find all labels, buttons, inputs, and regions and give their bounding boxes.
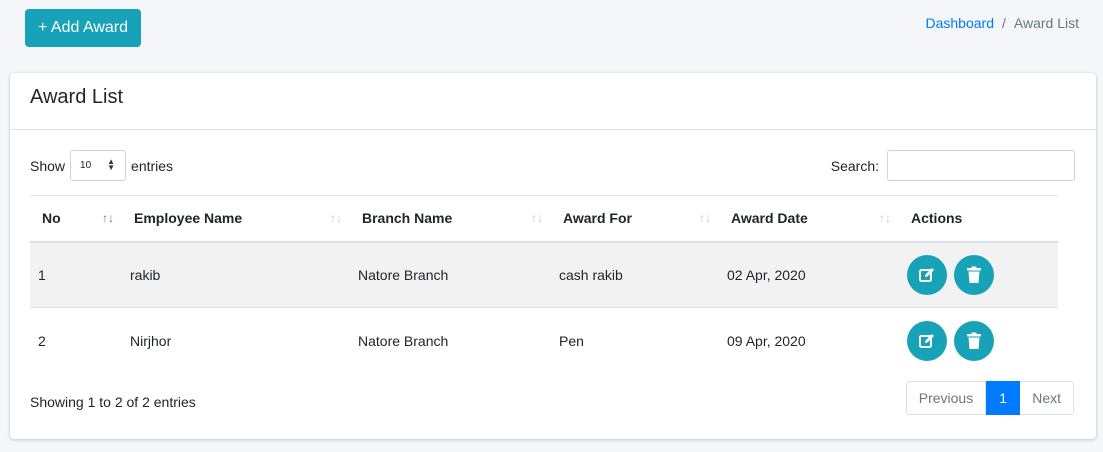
cell-award-date: 02 Apr, 2020 [719, 241, 899, 308]
entries-label: entries [131, 157, 174, 174]
cell-no: 1 [30, 241, 122, 308]
select-caret-icon: ▲ ▼ [107, 157, 116, 172]
trash-icon [967, 266, 981, 283]
column-header-award-date-label: Award Date [731, 210, 808, 227]
award-table: No ↑↓ Employee Name ↑↓ Branch Name ↑↓ Award… [30, 195, 1058, 374]
sort-icon: ↑↓ [102, 211, 114, 225]
sort-icon: ↑↓ [699, 211, 711, 225]
table-row: 1 rakib Natore Branch cash rakib 02 Apr,… [30, 241, 1058, 308]
column-header-actions: Actions [899, 195, 1058, 243]
cell-award-date: 09 Apr, 2020 [719, 307, 899, 374]
search-control: Search: [831, 150, 1075, 181]
column-header-award-for[interactable]: Award For ↑↓ [551, 195, 719, 243]
search-label: Search: [830, 157, 879, 174]
page-length-value: 10 [80, 160, 92, 171]
edit-icon [919, 333, 934, 348]
pagination: Previous 1 Next [905, 381, 1074, 415]
cell-branch-name: Natore Branch [350, 241, 551, 308]
column-header-award-date[interactable]: Award Date ↑↓ [719, 195, 899, 243]
pagination-previous[interactable]: Previous [905, 381, 987, 415]
edit-icon [919, 267, 934, 282]
column-header-award-for-label: Award For [563, 210, 632, 227]
sort-icon: ↑↓ [531, 211, 543, 225]
delete-button[interactable] [954, 320, 994, 361]
card-header: Award List [10, 73, 1096, 130]
award-list-card: Award List Show 10 ▲ ▼ entries Search: No… [10, 73, 1096, 439]
sort-icon: ↑↓ [879, 211, 891, 225]
column-header-branch-name[interactable]: Branch Name ↑↓ [350, 195, 551, 243]
card-title: Award List [30, 86, 124, 108]
search-input[interactable] [887, 150, 1075, 181]
cell-employee-name: Nirjhor [122, 307, 350, 374]
column-header-employee-name-label: Employee Name [134, 210, 243, 227]
add-award-button[interactable]: + Add Award [25, 9, 141, 47]
sort-icon: ↑↓ [330, 211, 342, 225]
edit-button[interactable] [907, 320, 947, 361]
pagination-page-current[interactable]: 1 [986, 381, 1021, 415]
cell-award-for: cash rakib [551, 241, 719, 308]
cell-actions [899, 307, 1058, 374]
breadcrumb-separator: / [1002, 15, 1006, 31]
column-header-employee-name[interactable]: Employee Name ↑↓ [122, 195, 350, 243]
delete-button[interactable] [954, 254, 994, 295]
cell-employee-name: rakib [122, 241, 350, 308]
cell-actions [899, 241, 1058, 308]
pagination-next[interactable]: Next [1020, 381, 1074, 415]
column-header-branch-name-label: Branch Name [362, 210, 453, 227]
edit-button[interactable] [907, 254, 947, 295]
column-header-no-label: No [42, 210, 61, 227]
table-info: Showing 1 to 2 of 2 entries [30, 394, 196, 410]
page-length-control: Show 10 ▲ ▼ entries [30, 150, 173, 181]
table-header-row: No ↑↓ Employee Name ↑↓ Branch Name ↑↓ Award… [30, 195, 1058, 243]
trash-icon [967, 332, 981, 349]
cell-no: 2 [30, 307, 122, 374]
cell-award-for: Pen [551, 307, 719, 374]
column-header-actions-label: Actions [911, 210, 963, 227]
column-header-no[interactable]: No ↑↓ [30, 195, 122, 243]
page-length-select[interactable]: 10 ▲ ▼ [70, 150, 127, 181]
breadcrumb-current: Award List [1013, 15, 1079, 31]
cell-branch-name: Natore Branch [350, 307, 551, 374]
table-row: 2 Nirjhor Natore Branch Pen 09 Apr, 2020 [30, 307, 1058, 374]
breadcrumb-dashboard-link[interactable]: Dashboard [926, 15, 995, 31]
breadcrumb: Dashboard / Award List [926, 15, 1080, 31]
show-label: Show [30, 157, 66, 174]
